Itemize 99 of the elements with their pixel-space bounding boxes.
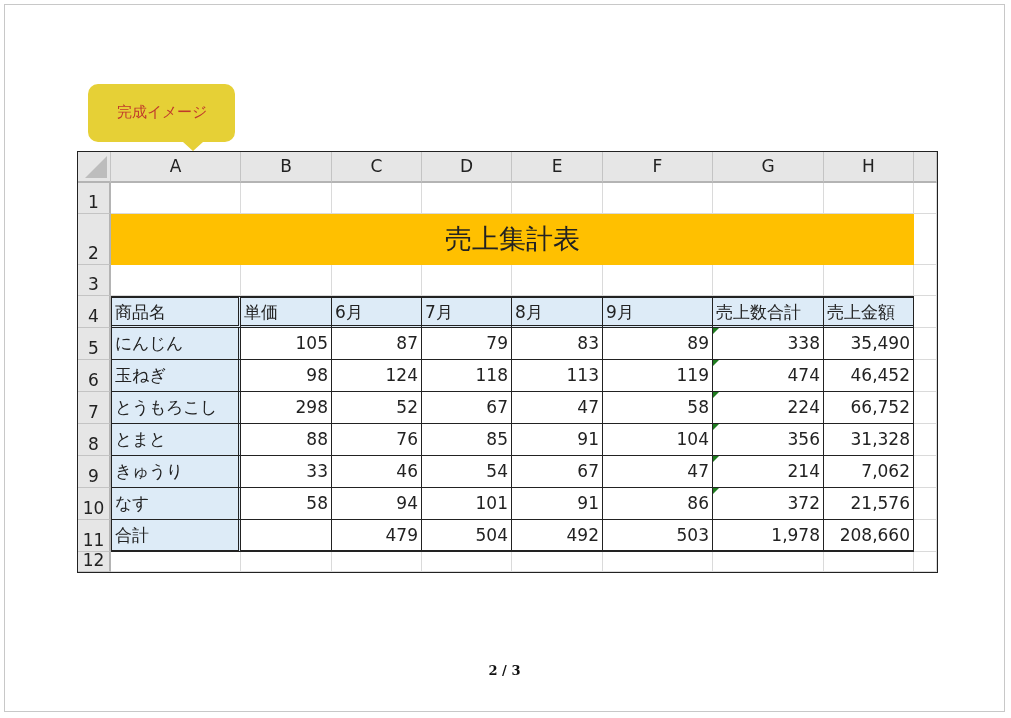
table-cell: 372 xyxy=(713,488,824,520)
table-cell: 52 xyxy=(332,392,422,424)
table-cell: 67 xyxy=(512,456,603,488)
table-cell: 79 xyxy=(422,328,512,360)
header-cell: 売上数合計 xyxy=(713,296,824,328)
header-cell: 7月 xyxy=(422,296,512,328)
empty-cell xyxy=(914,214,937,265)
table-cell: 474 xyxy=(713,360,824,392)
table-cell: 91 xyxy=(512,488,603,520)
row-header[interactable]: 10 xyxy=(78,488,111,520)
empty-cell xyxy=(914,552,937,572)
table-cell: 21,576 xyxy=(824,488,914,520)
table-cell: 101 xyxy=(422,488,512,520)
table-cell: 208,660 xyxy=(824,520,914,552)
column-header[interactable]: C xyxy=(332,152,422,183)
column-header[interactable]: H xyxy=(824,152,914,183)
table-cell: 58 xyxy=(603,392,713,424)
row-label-cell: とまと xyxy=(111,424,241,456)
row-header[interactable]: 7 xyxy=(78,392,111,424)
table-cell: 98 xyxy=(241,360,332,392)
row-label-cell: 玉ねぎ xyxy=(111,360,241,392)
table-cell: 89 xyxy=(603,328,713,360)
header-cell: 6月 xyxy=(332,296,422,328)
table-cell: 118 xyxy=(422,360,512,392)
table-cell: 47 xyxy=(512,392,603,424)
header-cell: 売上金額 xyxy=(824,296,914,328)
empty-cell xyxy=(914,265,937,296)
table-cell: 124 xyxy=(332,360,422,392)
empty-cell xyxy=(914,360,937,392)
empty-cell xyxy=(914,520,937,552)
table-cell: 479 xyxy=(332,520,422,552)
row-label-cell: なす xyxy=(111,488,241,520)
empty-cell xyxy=(914,424,937,456)
table-cell: 94 xyxy=(332,488,422,520)
empty-cell xyxy=(914,488,937,520)
column-header[interactable]: F xyxy=(603,152,713,183)
table-cell: 85 xyxy=(422,424,512,456)
row-header[interactable]: 8 xyxy=(78,424,111,456)
table-cell: 338 xyxy=(713,328,824,360)
table-cell: 119 xyxy=(603,360,713,392)
table-cell: 113 xyxy=(512,360,603,392)
header-cell: 9月 xyxy=(603,296,713,328)
header-cell: 単価 xyxy=(241,296,332,328)
empty-cell xyxy=(914,456,937,488)
table-cell: 76 xyxy=(332,424,422,456)
row-header[interactable]: 1 xyxy=(78,183,111,214)
column-header[interactable]: B xyxy=(241,152,332,183)
table-cell: 33 xyxy=(241,456,332,488)
table-cell: 1,978 xyxy=(713,520,824,552)
row-header[interactable]: 2 xyxy=(78,214,111,265)
table-cell: 83 xyxy=(512,328,603,360)
column-header[interactable]: G xyxy=(713,152,824,183)
row-label-cell: にんじん xyxy=(111,328,241,360)
empty-cell xyxy=(914,392,937,424)
table-cell: 86 xyxy=(603,488,713,520)
table-cell: 504 xyxy=(422,520,512,552)
header-cell: 商品名 xyxy=(111,296,241,328)
table-cell: 91 xyxy=(512,424,603,456)
table-cell: 214 xyxy=(713,456,824,488)
empty-cell xyxy=(914,296,937,328)
table-cell: 46,452 xyxy=(824,360,914,392)
select-all-corner[interactable] xyxy=(78,152,111,183)
table-cell: 104 xyxy=(603,424,713,456)
table-cell: 66,752 xyxy=(824,392,914,424)
table-cell: 492 xyxy=(512,520,603,552)
row-header[interactable]: 4 xyxy=(78,296,111,328)
table-cell: 88 xyxy=(241,424,332,456)
callout: 完成イメージ xyxy=(88,84,235,151)
table-cell: 58 xyxy=(241,488,332,520)
row-header[interactable]: 5 xyxy=(78,328,111,360)
table-cell: 298 xyxy=(241,392,332,424)
table-cell: 7,062 xyxy=(824,456,914,488)
row-label-cell: 合計 xyxy=(111,520,241,552)
row-header[interactable]: 11 xyxy=(78,520,111,552)
table-cell: 87 xyxy=(332,328,422,360)
table-cell: 105 xyxy=(241,328,332,360)
row-header[interactable]: 12 xyxy=(78,552,111,572)
row-header[interactable]: 3 xyxy=(78,265,111,296)
column-header[interactable]: D xyxy=(422,152,512,183)
row-label-cell: きゅうり xyxy=(111,456,241,488)
table-cell: 31,328 xyxy=(824,424,914,456)
row-header[interactable]: 6 xyxy=(78,360,111,392)
blank-column-header[interactable] xyxy=(914,152,937,183)
table-cell: 356 xyxy=(713,424,824,456)
table-cell: 35,490 xyxy=(824,328,914,360)
sheet-title: 売上集計表 xyxy=(111,214,914,265)
page-indicator: 2 / 3 xyxy=(487,663,522,678)
table-cell: 46 xyxy=(332,456,422,488)
empty-cell xyxy=(914,328,937,360)
table-cell: 224 xyxy=(713,392,824,424)
column-header[interactable]: E xyxy=(512,152,603,183)
column-header[interactable]: A xyxy=(111,152,241,183)
table-cell: 47 xyxy=(603,456,713,488)
table-cell: 67 xyxy=(422,392,512,424)
header-cell: 8月 xyxy=(512,296,603,328)
row-header[interactable]: 9 xyxy=(78,456,111,488)
table-cell: 503 xyxy=(603,520,713,552)
table-cell: 54 xyxy=(422,456,512,488)
row-label-cell: とうもろこし xyxy=(111,392,241,424)
